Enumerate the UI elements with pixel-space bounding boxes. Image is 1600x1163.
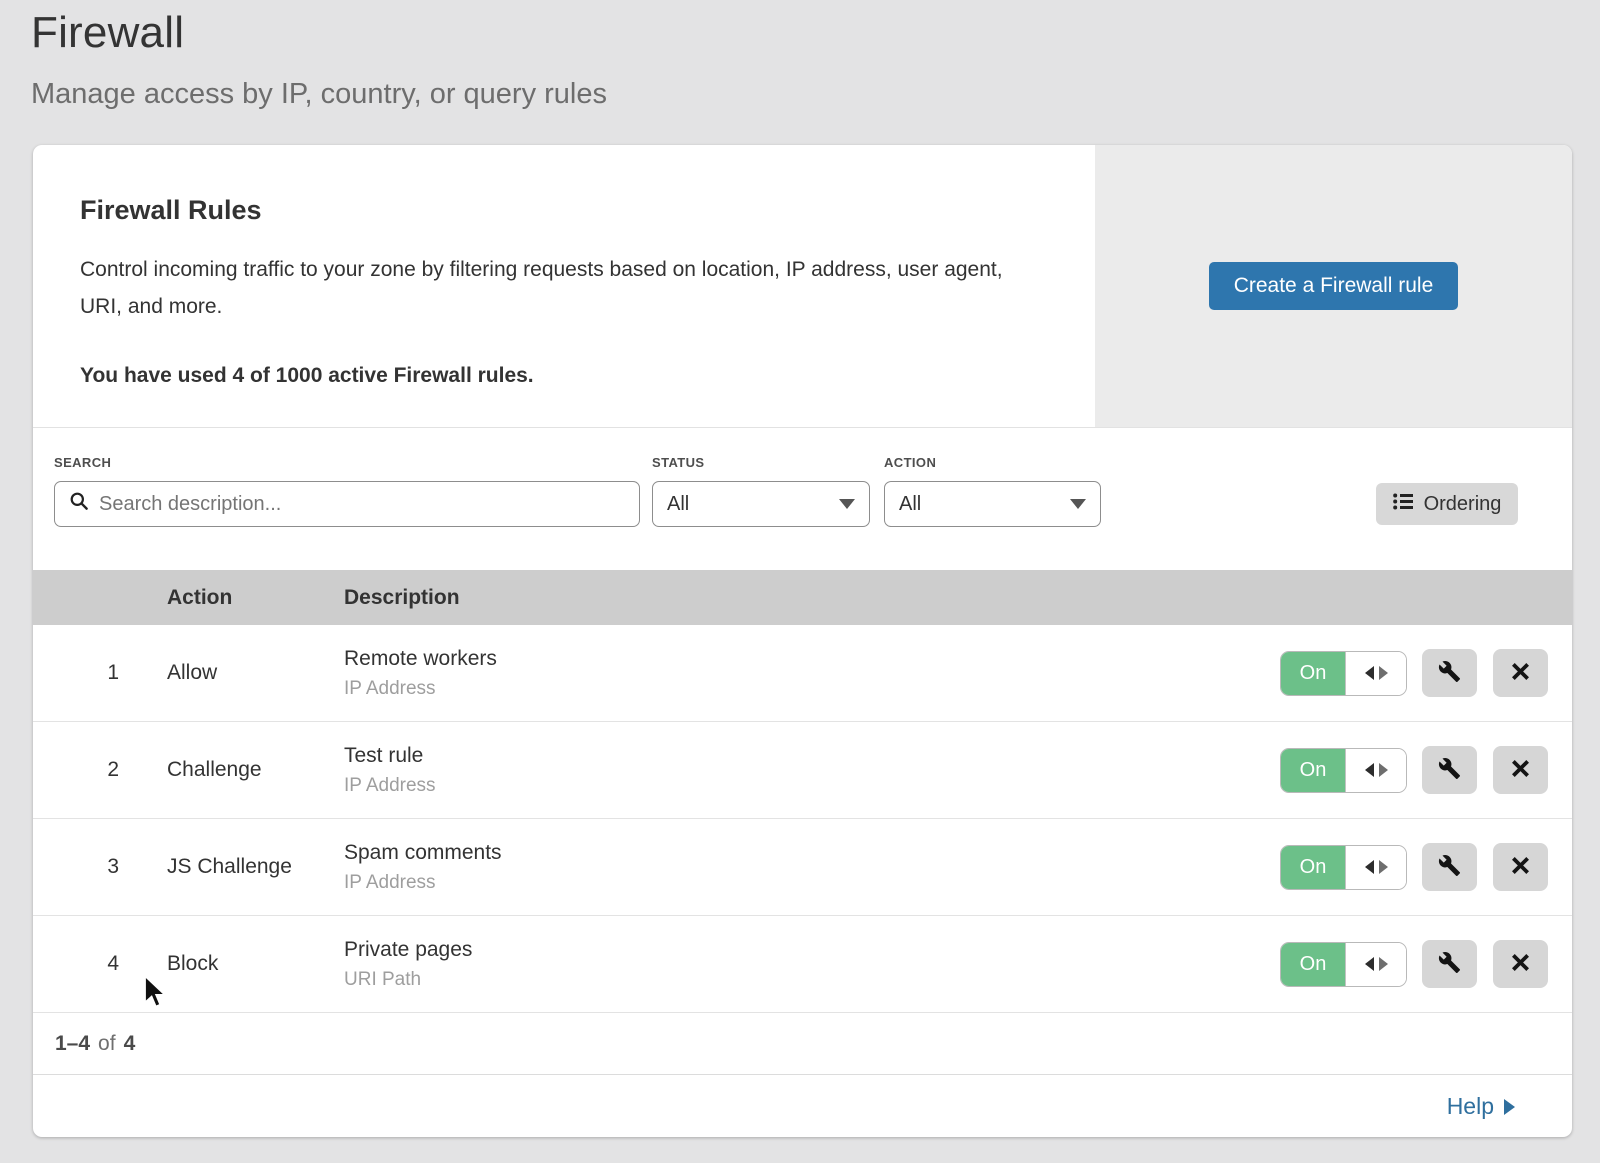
search-input[interactable] bbox=[99, 493, 625, 516]
arrow-left-icon bbox=[1365, 957, 1374, 971]
toggle-on-label: On bbox=[1281, 846, 1345, 889]
pagination-of: of bbox=[98, 1032, 116, 1056]
rule-priority: 3 bbox=[33, 855, 167, 879]
rule-action: Challenge bbox=[167, 758, 344, 782]
help-link-label: Help bbox=[1447, 1093, 1494, 1120]
pagination-bar: 1–4 of 4 bbox=[33, 1013, 1572, 1075]
rule-description: Remote workers bbox=[344, 647, 1132, 671]
description-column-header: Description bbox=[344, 586, 1132, 610]
search-field-wrapper bbox=[54, 481, 640, 527]
toggle-handle[interactable] bbox=[1345, 846, 1406, 889]
arrow-left-icon bbox=[1365, 763, 1374, 777]
filters-bar: SEARCH STATUS All ACTION All bbox=[33, 428, 1572, 570]
wrench-icon bbox=[1438, 854, 1461, 880]
rule-priority: 2 bbox=[33, 758, 167, 782]
rule-action: Block bbox=[167, 952, 344, 976]
toggle-handle[interactable] bbox=[1345, 943, 1406, 986]
rules-usage-count: You have used 4 of 1000 active Firewall … bbox=[80, 364, 1047, 388]
ordering-button[interactable]: Ordering bbox=[1376, 483, 1518, 525]
delete-rule-button[interactable] bbox=[1493, 940, 1548, 988]
edit-rule-button[interactable] bbox=[1422, 940, 1477, 988]
rules-description: Control incoming traffic to your zone by… bbox=[80, 252, 1030, 326]
rule-priority: 1 bbox=[33, 661, 167, 685]
arrow-right-icon bbox=[1379, 860, 1388, 874]
toggle-handle[interactable] bbox=[1345, 652, 1406, 695]
action-select[interactable]: All bbox=[884, 481, 1101, 527]
close-icon bbox=[1510, 758, 1531, 782]
toggle-on-label: On bbox=[1281, 943, 1345, 986]
page-title: Firewall bbox=[31, 8, 1600, 58]
rule-field-type: IP Address bbox=[344, 872, 1132, 894]
rule-description: Private pages bbox=[344, 938, 1132, 962]
action-column-header: Action bbox=[167, 586, 344, 610]
arrow-right-icon bbox=[1504, 1099, 1515, 1115]
rules-intro-text: Firewall Rules Control incoming traffic … bbox=[33, 145, 1095, 427]
rule-field-type: IP Address bbox=[344, 775, 1132, 797]
wrench-icon bbox=[1438, 757, 1461, 783]
help-link[interactable]: Help bbox=[1447, 1093, 1515, 1120]
rules-heading: Firewall Rules bbox=[80, 195, 1047, 226]
chevron-down-icon bbox=[839, 499, 855, 509]
edit-rule-button[interactable] bbox=[1422, 649, 1477, 697]
rule-description: Test rule bbox=[344, 744, 1132, 768]
wrench-icon bbox=[1438, 660, 1461, 686]
close-icon bbox=[1510, 952, 1531, 976]
search-icon bbox=[69, 491, 89, 517]
arrow-left-icon bbox=[1365, 666, 1374, 680]
rule-enabled-toggle[interactable]: On bbox=[1280, 651, 1407, 696]
action-label: ACTION bbox=[884, 455, 1101, 471]
status-select-value: All bbox=[667, 493, 689, 516]
rule-priority: 4 bbox=[33, 952, 167, 976]
edit-rule-button[interactable] bbox=[1422, 746, 1477, 794]
rule-enabled-toggle[interactable]: On bbox=[1280, 748, 1407, 793]
table-row: 1 Allow Remote workers IP Address On bbox=[33, 625, 1572, 722]
chevron-down-icon bbox=[1070, 499, 1086, 509]
status-label: STATUS bbox=[652, 455, 870, 471]
edit-rule-button[interactable] bbox=[1422, 843, 1477, 891]
rule-field-type: IP Address bbox=[344, 678, 1132, 700]
toggle-handle[interactable] bbox=[1345, 749, 1406, 792]
search-label: SEARCH bbox=[54, 455, 640, 471]
action-select-value: All bbox=[899, 493, 921, 516]
rule-enabled-toggle[interactable]: On bbox=[1280, 845, 1407, 890]
card-footer: Help bbox=[33, 1075, 1572, 1137]
rules-intro-section: Firewall Rules Control incoming traffic … bbox=[33, 145, 1572, 428]
arrow-right-icon bbox=[1379, 763, 1388, 777]
close-icon bbox=[1510, 855, 1531, 879]
close-icon bbox=[1510, 661, 1531, 685]
rule-action: JS Challenge bbox=[167, 855, 344, 879]
rule-field-type: URI Path bbox=[344, 969, 1132, 991]
arrow-right-icon bbox=[1379, 666, 1388, 680]
toggle-on-label: On bbox=[1281, 652, 1345, 695]
arrow-left-icon bbox=[1365, 860, 1374, 874]
table-row: 2 Challenge Test rule IP Address On bbox=[33, 722, 1572, 819]
delete-rule-button[interactable] bbox=[1493, 746, 1548, 794]
firewall-rules-card: Firewall Rules Control incoming traffic … bbox=[33, 145, 1572, 1137]
pagination-total: 4 bbox=[124, 1032, 136, 1056]
wrench-icon bbox=[1438, 951, 1461, 977]
table-header-row: Action Description bbox=[33, 570, 1572, 625]
status-select[interactable]: All bbox=[652, 481, 870, 527]
delete-rule-button[interactable] bbox=[1493, 649, 1548, 697]
rules-table-body: 1 Allow Remote workers IP Address On bbox=[33, 625, 1572, 1013]
toggle-on-label: On bbox=[1281, 749, 1345, 792]
pagination-range: 1–4 bbox=[55, 1032, 90, 1056]
table-row: 4 Block Private pages URI Path On bbox=[33, 916, 1572, 1013]
ordered-list-icon bbox=[1393, 493, 1414, 516]
page-subtitle: Manage access by IP, country, or query r… bbox=[31, 78, 1600, 111]
create-firewall-rule-button[interactable]: Create a Firewall rule bbox=[1209, 262, 1459, 310]
page-header: Firewall Manage access by IP, country, o… bbox=[0, 0, 1600, 111]
rule-action: Allow bbox=[167, 661, 344, 685]
rule-enabled-toggle[interactable]: On bbox=[1280, 942, 1407, 987]
table-row: 3 JS Challenge Spam comments IP Address … bbox=[33, 819, 1572, 916]
create-rule-panel: Create a Firewall rule bbox=[1095, 145, 1572, 427]
ordering-button-label: Ordering bbox=[1424, 493, 1502, 516]
rule-description: Spam comments bbox=[344, 841, 1132, 865]
delete-rule-button[interactable] bbox=[1493, 843, 1548, 891]
arrow-right-icon bbox=[1379, 957, 1388, 971]
